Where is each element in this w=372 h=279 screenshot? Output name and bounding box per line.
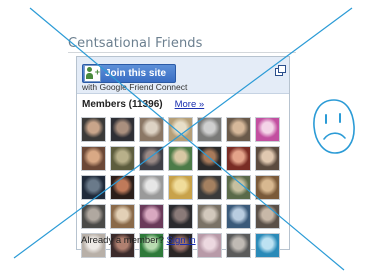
member-avatar[interactable] xyxy=(226,175,251,200)
member-avatar[interactable] xyxy=(110,204,135,229)
member-avatar[interactable] xyxy=(81,204,106,229)
widget-title: Centsational Friends xyxy=(68,36,203,51)
member-avatar[interactable] xyxy=(139,117,164,142)
member-avatar[interactable] xyxy=(139,204,164,229)
member-avatar[interactable] xyxy=(226,204,251,229)
member-avatar[interactable] xyxy=(81,146,106,171)
member-avatar[interactable] xyxy=(110,146,135,171)
member-avatar[interactable] xyxy=(197,175,222,200)
more-members-link[interactable]: More » xyxy=(175,99,205,110)
member-avatar[interactable] xyxy=(168,204,193,229)
friend-connect-icon: + xyxy=(84,65,101,82)
member-avatar[interactable] xyxy=(168,146,193,171)
member-avatar[interactable] xyxy=(168,175,193,200)
gadget-header: + Join this site with Google Friend Conn… xyxy=(77,57,289,94)
member-avatar[interactable] xyxy=(197,204,222,229)
member-avatar[interactable] xyxy=(197,146,222,171)
title-divider xyxy=(68,52,296,53)
member-avatar[interactable] xyxy=(255,204,280,229)
sign-in-link[interactable]: Sign in xyxy=(167,235,196,246)
member-avatar[interactable] xyxy=(255,117,280,142)
member-avatar[interactable] xyxy=(81,117,106,142)
signin-prompt: Already a member? Sign in xyxy=(81,235,196,246)
member-avatar[interactable] xyxy=(255,146,280,171)
member-avatar[interactable] xyxy=(255,175,280,200)
popout-icon[interactable] xyxy=(275,65,286,76)
member-avatar[interactable] xyxy=(139,146,164,171)
already-member-text: Already a member? xyxy=(81,235,164,246)
join-site-button[interactable]: + Join this site xyxy=(82,64,176,83)
google-friend-connect-caption: with Google Friend Connect xyxy=(82,82,188,92)
friend-connect-gadget: + Join this site with Google Friend Conn… xyxy=(76,56,290,258)
member-avatar[interactable] xyxy=(139,175,164,200)
members-count: Members (11396) xyxy=(82,99,163,110)
sad-face-outline xyxy=(313,99,355,154)
member-avatar[interactable] xyxy=(226,233,251,258)
sad-face-mouth xyxy=(323,132,346,140)
member-avatar[interactable] xyxy=(226,117,251,142)
member-avatar[interactable] xyxy=(110,117,135,142)
member-avatar[interactable] xyxy=(197,117,222,142)
join-site-label: Join this site xyxy=(105,68,167,79)
member-avatar[interactable] xyxy=(255,233,280,258)
members-header: Members (11396) More » xyxy=(82,99,204,110)
member-avatar[interactable] xyxy=(168,117,193,142)
member-avatar[interactable] xyxy=(226,146,251,171)
member-avatar[interactable] xyxy=(110,175,135,200)
member-avatar[interactable] xyxy=(197,233,222,258)
sad-face-doodle xyxy=(313,99,355,154)
member-avatar[interactable] xyxy=(81,175,106,200)
